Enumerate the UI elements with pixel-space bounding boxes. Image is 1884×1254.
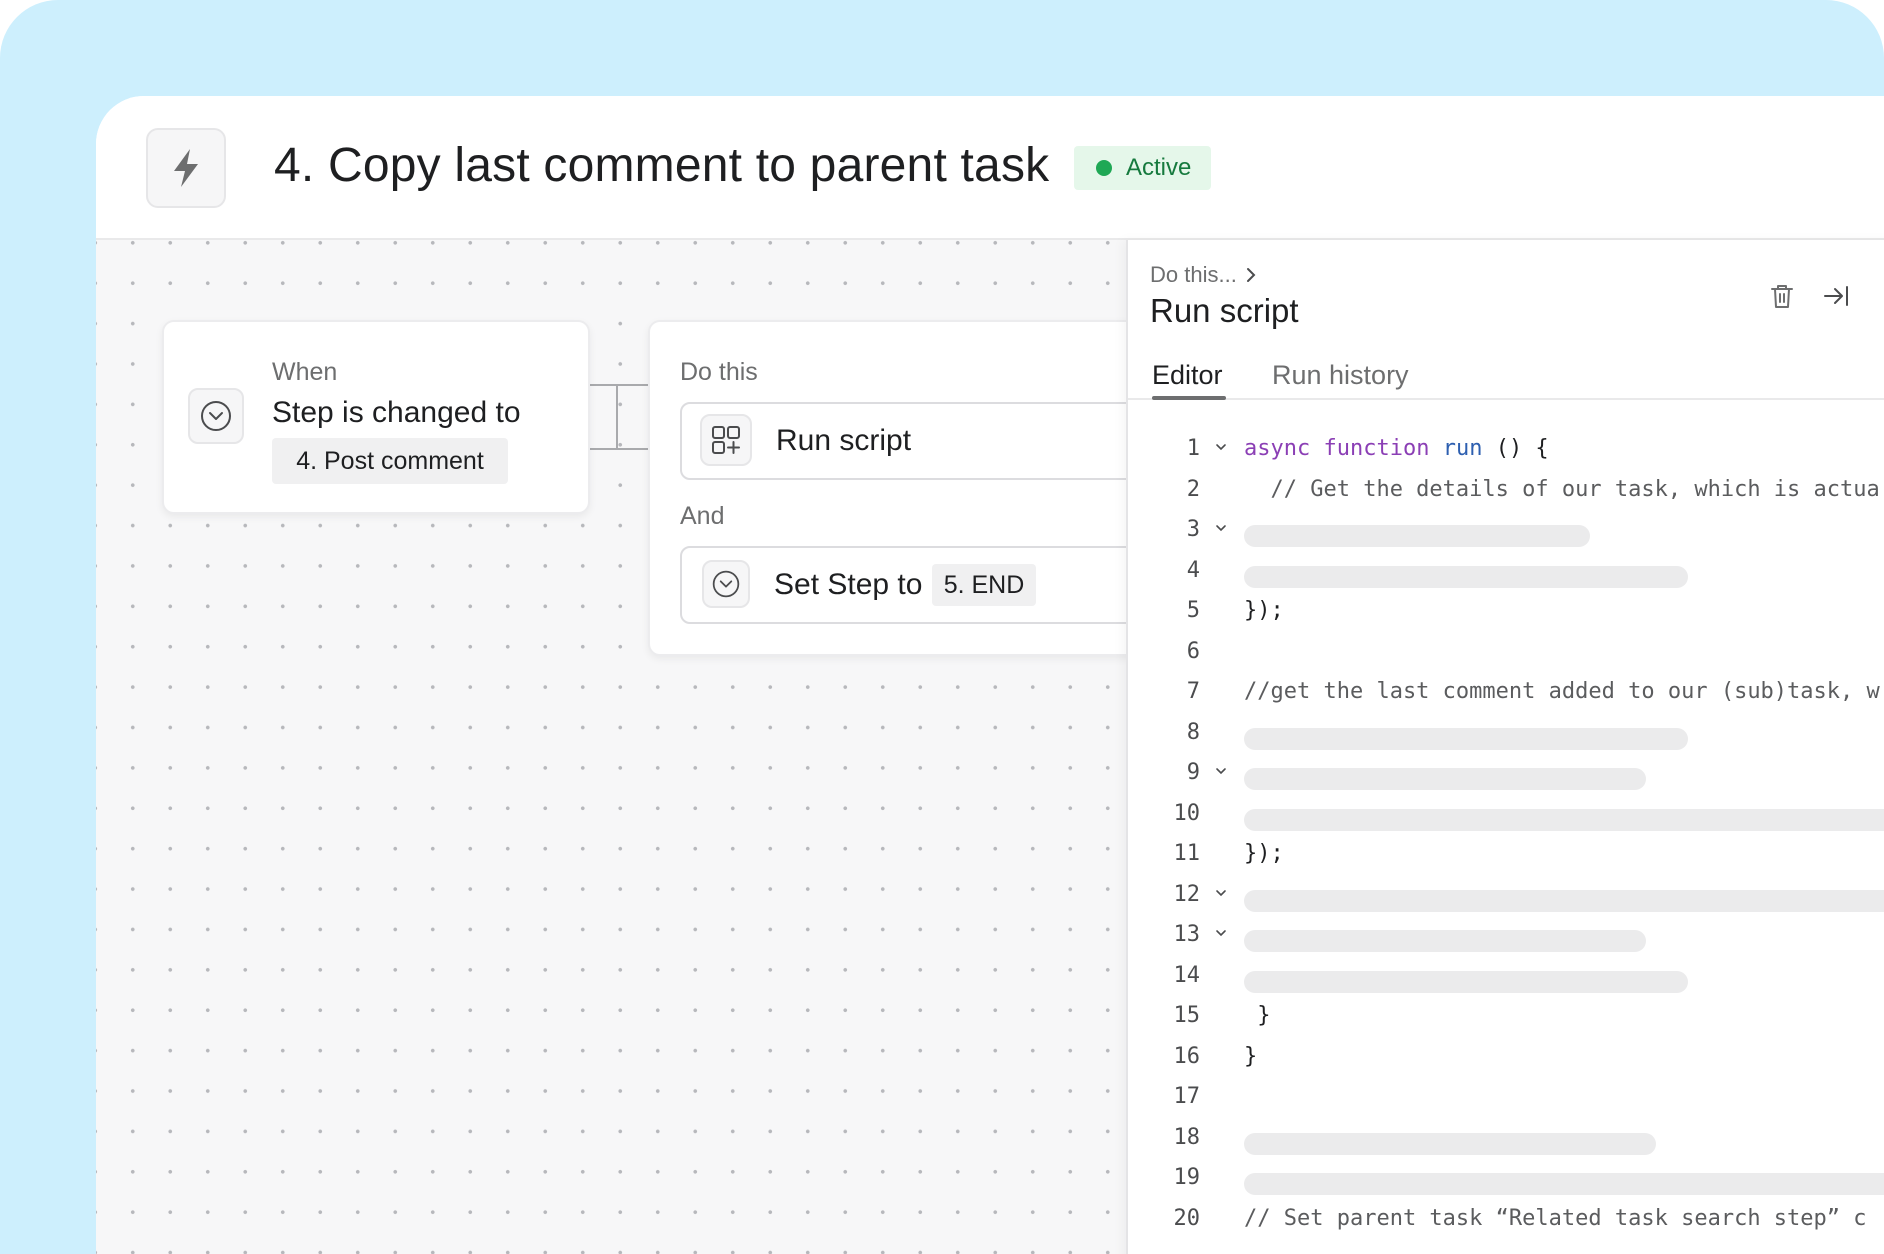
code-placeholder	[1244, 525, 1590, 547]
line-number: 20	[1173, 1205, 1201, 1231]
line-number: 17	[1173, 1084, 1201, 1109]
code-line: 5 });	[1128, 592, 1884, 632]
chevron-right-icon	[1246, 268, 1256, 282]
code-placeholder	[1244, 889, 1884, 912]
code-line: 14	[1128, 957, 1884, 997]
connector-line	[590, 384, 648, 450]
rule-header: 4. Copy last comment to parent task Acti…	[96, 96, 1884, 240]
fold-chevron-icon[interactable]	[1214, 764, 1228, 778]
line-number: 11	[1173, 841, 1201, 866]
tab-editor[interactable]: Editor	[1152, 360, 1223, 391]
code-placeholder	[1244, 808, 1884, 831]
fold-chevron-icon[interactable]	[1214, 886, 1228, 900]
code-text: });	[1244, 841, 1284, 866]
trigger-card[interactable]: When Step is changed to 4. Post comment	[162, 320, 590, 514]
line-number: 18	[1173, 1124, 1201, 1150]
line-number: 8	[1186, 719, 1200, 745]
line-number: 2	[1186, 476, 1200, 502]
line-number: 19	[1173, 1165, 1201, 1190]
code-line: 2 // Get the details of our task, which …	[1128, 471, 1884, 511]
code-line: 8	[1128, 714, 1884, 754]
status-dot-icon	[1096, 160, 1112, 176]
code-text: }	[1244, 1043, 1258, 1069]
line-number: 3	[1186, 517, 1200, 542]
trigger-title: Step is changed to	[272, 396, 521, 429]
line-number: 7	[1186, 679, 1200, 704]
code-line: 18	[1128, 1119, 1884, 1159]
apps-add-icon	[700, 414, 752, 466]
line-number: 9	[1186, 760, 1200, 785]
trigger-chip[interactable]: 4. Post comment	[272, 438, 508, 484]
code-placeholder	[1244, 727, 1688, 750]
line-number: 14	[1173, 962, 1201, 988]
panel-tabs: Editor Run history	[1128, 340, 1884, 400]
code-line: 12	[1128, 876, 1884, 916]
collapse-right-icon[interactable]	[1816, 276, 1856, 316]
rule-window: 4. Copy last comment to parent task Acti…	[96, 96, 1884, 1254]
code-text: async function run () {	[1244, 436, 1549, 461]
code-line: 20 // Set parent task “Related task sear…	[1128, 1200, 1884, 1240]
code-line: 4	[1128, 552, 1884, 592]
line-number: 4	[1186, 557, 1200, 583]
set-step-label: Set Step to	[774, 568, 923, 601]
code-line: 1 async function run () {	[1128, 430, 1884, 470]
backdrop: 4. Copy last comment to parent task Acti…	[0, 0, 1884, 1254]
breadcrumb[interactable]: Do this...	[1150, 262, 1257, 288]
fold-chevron-icon[interactable]	[1214, 926, 1228, 940]
workflow-canvas[interactable]: When Step is changed to 4. Post comment …	[96, 240, 1240, 1254]
code-comment: // Set parent task “Related task search …	[1244, 1205, 1867, 1231]
side-panel: Do this... Run script Editor Run history…	[1126, 240, 1884, 1254]
action-run-script-label: Run script	[776, 424, 912, 457]
code-line: 16 }	[1128, 1038, 1884, 1078]
code-comment: //get the last comment added to our (sub…	[1244, 679, 1880, 704]
fold-chevron-icon[interactable]	[1214, 440, 1228, 454]
code-line: 10	[1128, 795, 1884, 835]
status-label: Active	[1126, 154, 1192, 181]
code-line: 6	[1128, 633, 1884, 673]
code-placeholder	[1244, 970, 1688, 993]
code-placeholder	[1244, 930, 1646, 952]
code-line: 19	[1128, 1159, 1884, 1199]
panel-title: Run script	[1150, 292, 1299, 329]
trigger-section-label: When	[272, 358, 338, 386]
status-badge: Active	[1074, 146, 1212, 190]
line-number: 12	[1173, 881, 1201, 907]
line-number: 1	[1186, 436, 1200, 461]
bolt-icon[interactable]	[146, 128, 226, 208]
tab-run-history[interactable]: Run history	[1272, 360, 1409, 391]
code-placeholder	[1244, 1173, 1884, 1195]
code-text: }	[1244, 1003, 1271, 1028]
tab-active-indicator	[1152, 396, 1226, 400]
line-number: 16	[1173, 1043, 1201, 1069]
code-line: 13	[1128, 916, 1884, 956]
code-line: 17	[1128, 1078, 1884, 1118]
line-number: 6	[1186, 638, 1200, 664]
and-label: And	[680, 502, 725, 530]
code-line: 3	[1128, 511, 1884, 551]
code-line: 11 });	[1128, 835, 1884, 875]
code-line: 15 }	[1128, 997, 1884, 1037]
code-line: 7 //get the last comment added to our (s…	[1128, 673, 1884, 713]
trash-icon[interactable]	[1762, 276, 1802, 316]
action-card[interactable]: Do this Run script And Set Step to 5. EN…	[648, 320, 1240, 656]
line-number: 15	[1173, 1003, 1201, 1028]
chevron-circle-icon	[702, 560, 750, 608]
line-number: 10	[1173, 800, 1201, 826]
fold-chevron-icon[interactable]	[1214, 521, 1228, 535]
breadcrumb-label: Do this...	[1150, 262, 1237, 287]
code-text: });	[1244, 598, 1284, 623]
chevron-circle-icon	[188, 388, 244, 444]
code-comment: // Get the details of our task, which is…	[1244, 476, 1880, 502]
action-section-label: Do this	[680, 358, 758, 386]
line-number: 13	[1173, 922, 1201, 947]
line-number: 5	[1186, 598, 1200, 623]
page-title: 4. Copy last comment to parent task	[274, 139, 1050, 192]
code-line: 9	[1128, 754, 1884, 794]
code-placeholder	[1244, 768, 1646, 790]
set-step-chip[interactable]: 5. END	[932, 564, 1036, 606]
code-placeholder	[1244, 565, 1688, 588]
code-placeholder	[1244, 1132, 1656, 1155]
